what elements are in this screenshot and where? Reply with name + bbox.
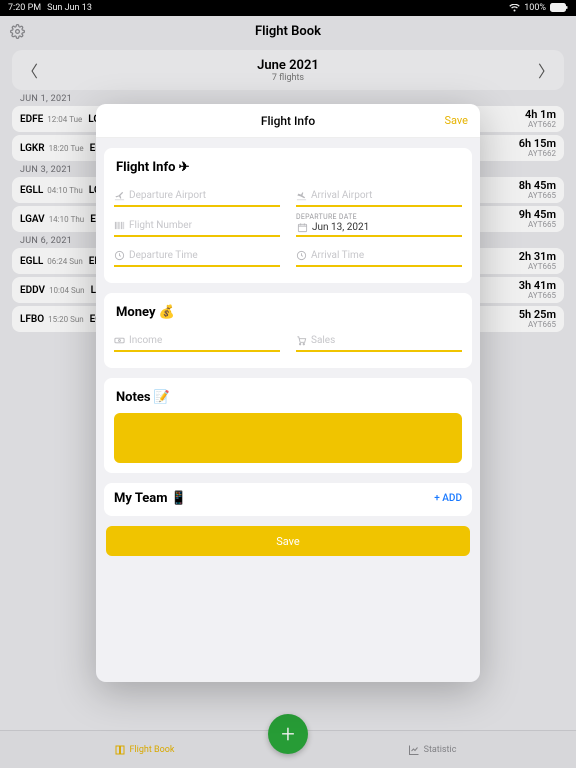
clock-icon (114, 250, 125, 261)
flight-info-card: Flight Info ✈︎ DEPARTURE DATE (104, 148, 472, 283)
sales-field[interactable] (296, 328, 462, 352)
add-team-button[interactable]: + ADD (434, 493, 462, 504)
departure-date-field[interactable]: DEPARTURE DATE Jun 13, 2021 (296, 213, 462, 237)
barcode-icon (114, 220, 125, 231)
flight-number-field[interactable] (114, 213, 280, 237)
modal-header: Flight Info Save (96, 104, 480, 138)
flight-number-input[interactable] (129, 220, 280, 231)
plane-takeoff-icon (114, 190, 125, 201)
save-button[interactable]: Save (106, 526, 470, 556)
cash-icon (114, 335, 125, 346)
arrival-time-input[interactable] (311, 250, 462, 261)
departure-airport-field[interactable] (114, 183, 280, 207)
departure-time-input[interactable] (129, 250, 280, 261)
departure-date-value: Jun 13, 2021 (312, 222, 369, 233)
team-heading: My Team 📱 (114, 491, 187, 506)
modal-save-link[interactable]: Save (444, 114, 468, 127)
arrival-airport-input[interactable] (311, 190, 462, 201)
money-card: Money 💰 (104, 293, 472, 368)
income-field[interactable] (114, 328, 280, 352)
notes-card: Notes 📝 (104, 378, 472, 473)
notes-textarea[interactable] (114, 413, 462, 463)
plane-land-icon (296, 190, 307, 201)
notes-heading: Notes 📝 (116, 390, 462, 405)
cart-icon (296, 335, 307, 346)
arrival-airport-field[interactable] (296, 183, 462, 207)
departure-airport-input[interactable] (129, 190, 280, 201)
clock-icon (296, 250, 307, 261)
flight-info-heading: Flight Info ✈︎ (116, 160, 462, 175)
departure-time-field[interactable] (114, 243, 280, 267)
income-input[interactable] (129, 335, 280, 346)
flight-info-modal: Flight Info Save Flight Info ✈︎ (96, 104, 480, 682)
modal-title: Flight Info (261, 114, 315, 128)
team-card: My Team 📱 + ADD (104, 483, 472, 516)
arrival-time-field[interactable] (296, 243, 462, 267)
departure-date-label: DEPARTURE DATE (296, 213, 462, 221)
sales-input[interactable] (311, 335, 462, 346)
calendar-icon (296, 222, 308, 233)
money-heading: Money 💰 (116, 305, 462, 320)
